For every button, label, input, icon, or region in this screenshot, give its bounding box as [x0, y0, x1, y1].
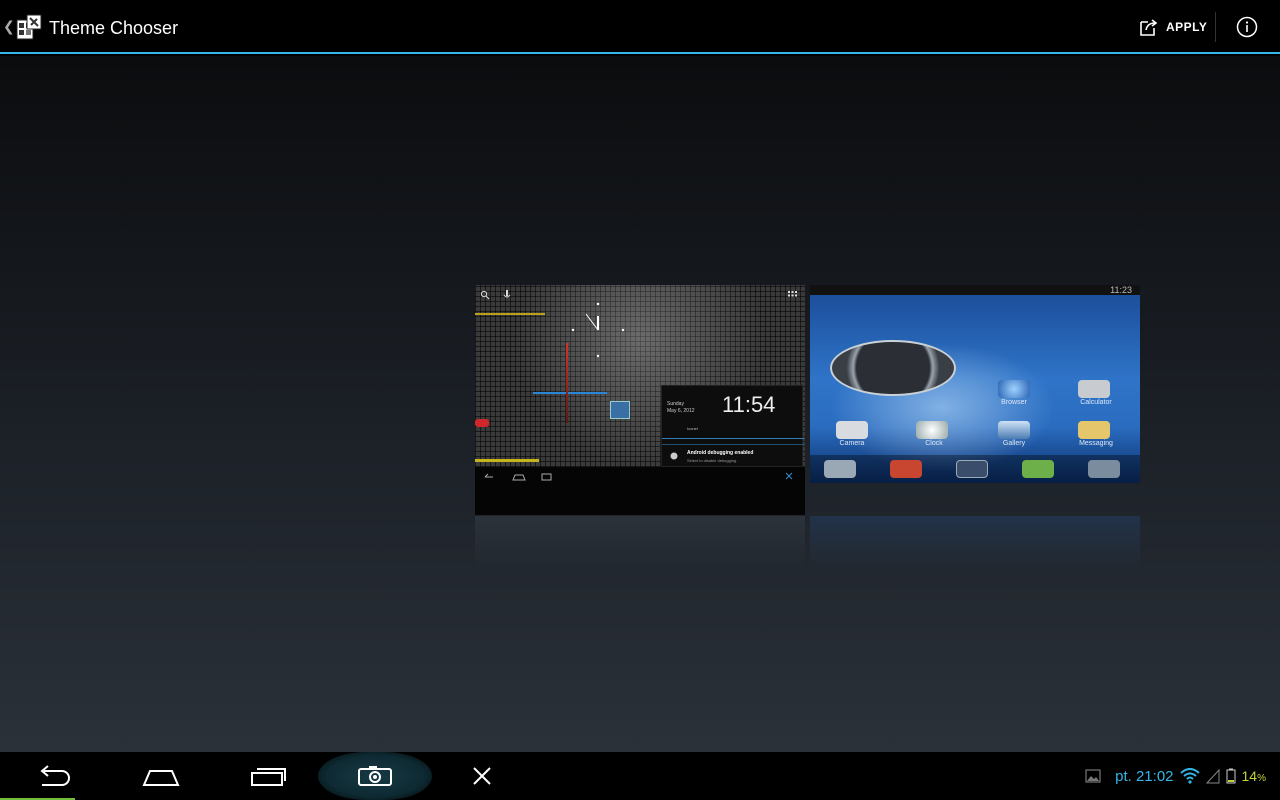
close-icon [473, 767, 491, 785]
wallpaper-streak [475, 419, 489, 427]
contacts-app-icon [890, 460, 922, 478]
page-title: Theme Chooser [49, 18, 179, 38]
mic-icon [503, 290, 511, 298]
music-app-icon [824, 460, 856, 478]
recent-apps-button[interactable] [214, 752, 321, 800]
theme-chooser-app-icon[interactable] [16, 14, 42, 40]
notif-carrier: Iconet [687, 426, 698, 431]
notif-date-text: May 6, 2012 [667, 408, 695, 414]
notif-subtitle: Select to disable debugging. [687, 458, 738, 463]
preview-reflection [475, 516, 805, 568]
back-button[interactable] [0, 752, 107, 800]
android-debug-icon [670, 452, 678, 460]
action-bar: ❮ Theme Chooser APPLY [0, 0, 1280, 54]
clock-text: pt. 21:02 [1115, 767, 1174, 785]
browser-app-icon [998, 380, 1030, 398]
share-edit-icon [1140, 19, 1158, 36]
back-arrow-icon [39, 765, 70, 786]
theme-preview-samsung[interactable]: 11:23 Browser Calculator Camera Clock Ga… [810, 285, 1140, 515]
search-icon [480, 290, 490, 300]
close-button[interactable] [430, 752, 534, 800]
wifi-icon [1179, 768, 1200, 784]
camera-app-icon [836, 421, 868, 439]
recent-apps-icon [250, 768, 286, 786]
theme-gallery[interactable]: Sunday May 6, 2012 11:54 Iconet Android … [0, 56, 1280, 752]
system-tray[interactable]: pt. 21:02 14% [1085, 752, 1266, 800]
notif-date: Sunday May 6, 2012 [667, 401, 695, 415]
action-bar-divider [1215, 12, 1216, 42]
system-nav-bar: pt. 21:02 14% [0, 752, 1280, 800]
analog-clock-widget [830, 340, 956, 396]
analog-clock-widget [571, 302, 625, 358]
phone-app-icon [1022, 460, 1054, 478]
preview-close-icon [785, 472, 793, 480]
battery-percent: 14% [1242, 768, 1266, 784]
preview-nav-icons [484, 473, 552, 481]
wallpaper-streak [533, 392, 607, 394]
apps-app-icon [956, 460, 988, 478]
battery-percent-value: 14 [1241, 768, 1258, 784]
up-caret-icon[interactable]: ❮ [3, 18, 15, 35]
theme-preview-ics[interactable]: Sunday May 6, 2012 11:54 Iconet Android … [475, 285, 805, 515]
notif-divider [662, 444, 804, 445]
notification-panel: Sunday May 6, 2012 11:54 Iconet Android … [661, 385, 804, 467]
screenshot-button[interactable] [318, 752, 432, 800]
battery-icon [1226, 768, 1236, 784]
app-label: Calculator [1080, 399, 1112, 406]
camera-icon [358, 766, 392, 786]
home-icon [141, 770, 180, 786]
app-label: Gallery [1002, 440, 1026, 447]
apps-grid-icon [788, 291, 797, 297]
app-label: Messaging [1079, 440, 1113, 447]
home-button[interactable] [107, 752, 214, 800]
app-label: Clock [925, 440, 943, 447]
signal-icon [1205, 768, 1220, 784]
app-label: Browser [1001, 399, 1027, 406]
preview-navbar [475, 467, 805, 515]
apply-button[interactable]: APPLY [1138, 10, 1207, 44]
messaging-app-icon [1078, 421, 1110, 439]
notif-time: 11:54 [722, 392, 776, 417]
settings-app-icon [1088, 460, 1120, 478]
calculator-app-icon [1078, 380, 1110, 398]
notif-day: Sunday [667, 401, 684, 407]
notif-divider [662, 438, 804, 439]
preview-status-bar: 11:23 [810, 285, 1140, 295]
preview-reflection [810, 516, 1140, 568]
gallery-app-icon [998, 421, 1030, 439]
clock-app-icon [916, 421, 948, 439]
preview-status-time: 11:23 [1110, 285, 1132, 295]
apply-label: APPLY [1166, 20, 1208, 34]
notif-title: Android debugging enabled [687, 450, 754, 456]
app-label: Camera [839, 440, 865, 447]
preview-dock [810, 455, 1140, 483]
wallpaper-streak [475, 313, 545, 315]
image-icon [1085, 769, 1101, 783]
battery-percent-unit: % [1257, 773, 1266, 784]
settings-shortcut-icon [610, 401, 630, 419]
info-icon[interactable] [1236, 16, 1258, 38]
wallpaper-streak [475, 459, 539, 462]
